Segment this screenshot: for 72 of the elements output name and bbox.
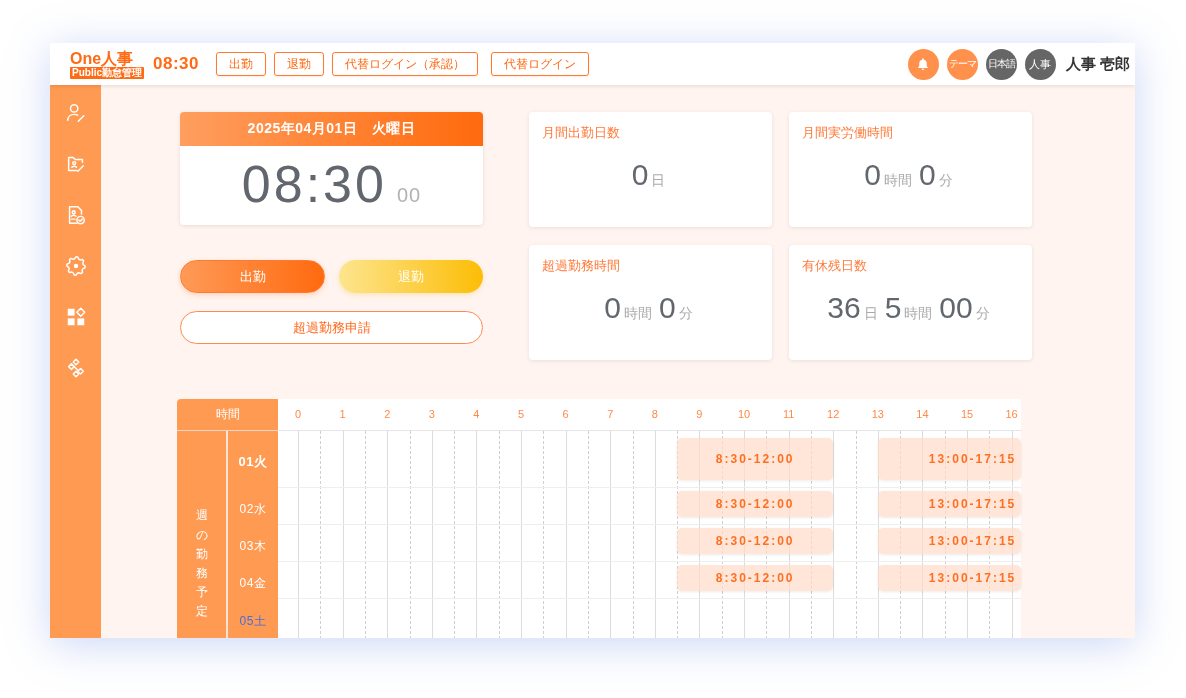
day-label: 04金 (228, 562, 278, 599)
nav-button[interactable]: 退勤 (274, 52, 324, 76)
shift-block: 13:00-17:15 (877, 438, 1021, 480)
user-avatar[interactable]: 人事 (1024, 48, 1056, 80)
theme-button[interactable]: テーマ (946, 48, 978, 80)
stat-unit: 時間 (624, 305, 652, 323)
nav-button[interactable]: 代替ログイン（承認） (332, 52, 478, 76)
stat-title: 月間実労働時間 (802, 124, 893, 142)
stat-value: 0 (631, 158, 649, 192)
shift-block: 13:00-17:15 (877, 491, 1021, 517)
logo-badge: Public勤怠管理 (70, 66, 144, 79)
hour-label: 14 (916, 408, 929, 420)
stat-unit: 分 (678, 305, 693, 323)
hour-label: 4 (473, 408, 480, 420)
notification-button[interactable] (907, 48, 939, 80)
hour-label: 5 (517, 408, 525, 420)
user-name[interactable]: 人事 壱郎 (1065, 54, 1130, 74)
clock-in-button[interactable]: 出勤 (180, 260, 325, 293)
shift-block: 8:30-12:00 (677, 565, 834, 591)
clock-time: 08:30 (241, 154, 387, 215)
hour-label: 3 (428, 408, 435, 420)
user-edit-icon[interactable] (64, 102, 87, 124)
shift-block: 13:00-17:15 (877, 565, 1021, 591)
shift-block: 8:30-12:00 (677, 528, 834, 554)
day-label: 02水 (228, 488, 278, 525)
stat-title: 有休残日数 (802, 257, 867, 275)
column-header: 時間 (177, 399, 278, 431)
stat-unit: 日 (651, 172, 666, 190)
date-banner: 2025年04月01日 火曜日 (180, 112, 483, 146)
week-schedule-label: 週の勤務予定 (177, 431, 228, 638)
hour-label: 13 (871, 408, 884, 420)
stat-unit: 日 (863, 305, 878, 323)
hour-label: 10 (737, 408, 751, 420)
hour-label: 1 (339, 408, 346, 420)
hour-label: 12 (827, 408, 840, 420)
settings-icon[interactable] (64, 255, 87, 277)
overtime-request-button[interactable]: 超過勤務申請 (180, 311, 483, 344)
day-label: 03木 (228, 525, 278, 562)
stat-value: 00 (939, 291, 973, 325)
shift-block: 8:30-12:00 (677, 438, 834, 480)
stat-value: 0 (659, 291, 676, 325)
bell-icon (916, 57, 931, 71)
stat-title: 超過勤務時間 (542, 257, 620, 275)
hour-label: 11 (782, 408, 795, 420)
stat-title: 月間出勤日数 (542, 124, 620, 142)
stat-value: 0 (864, 158, 881, 192)
nav-button[interactable]: 代替ログイン (491, 52, 589, 76)
clock-seconds: 00 (396, 184, 422, 207)
language-button[interactable]: 日本語 (985, 48, 1017, 80)
hour-label: 16 (1005, 408, 1018, 420)
app-logo-text: One人事 (70, 49, 134, 67)
hour-label: 6 (562, 408, 569, 420)
hour-label: 7 (607, 408, 614, 420)
nav-button[interactable]: 出勤 (216, 52, 266, 76)
header-time: 08:30 (153, 54, 199, 74)
stat-value: 0 (919, 158, 936, 192)
shift-block: 8:30-12:00 (677, 491, 834, 517)
stat-unit: 分 (938, 172, 953, 190)
stat-unit: 時間 (904, 305, 933, 323)
shift-block: 13:00-17:15 (877, 528, 1021, 554)
stat-unit: 分 (975, 305, 990, 323)
day-label: 01火 (228, 431, 278, 488)
day-label: 05土 (228, 599, 278, 638)
hour-label: 15 (960, 408, 974, 420)
hour-label: 2 (384, 408, 391, 420)
stat-value: 5 (884, 291, 902, 325)
hour-label: 8 (651, 408, 658, 420)
stat-unit: 時間 (884, 172, 912, 190)
hour-label: 0 (294, 408, 302, 420)
hour-label: 9 (696, 408, 703, 420)
stat-value: 36 (827, 291, 861, 325)
stat-value: 0 (604, 291, 621, 325)
